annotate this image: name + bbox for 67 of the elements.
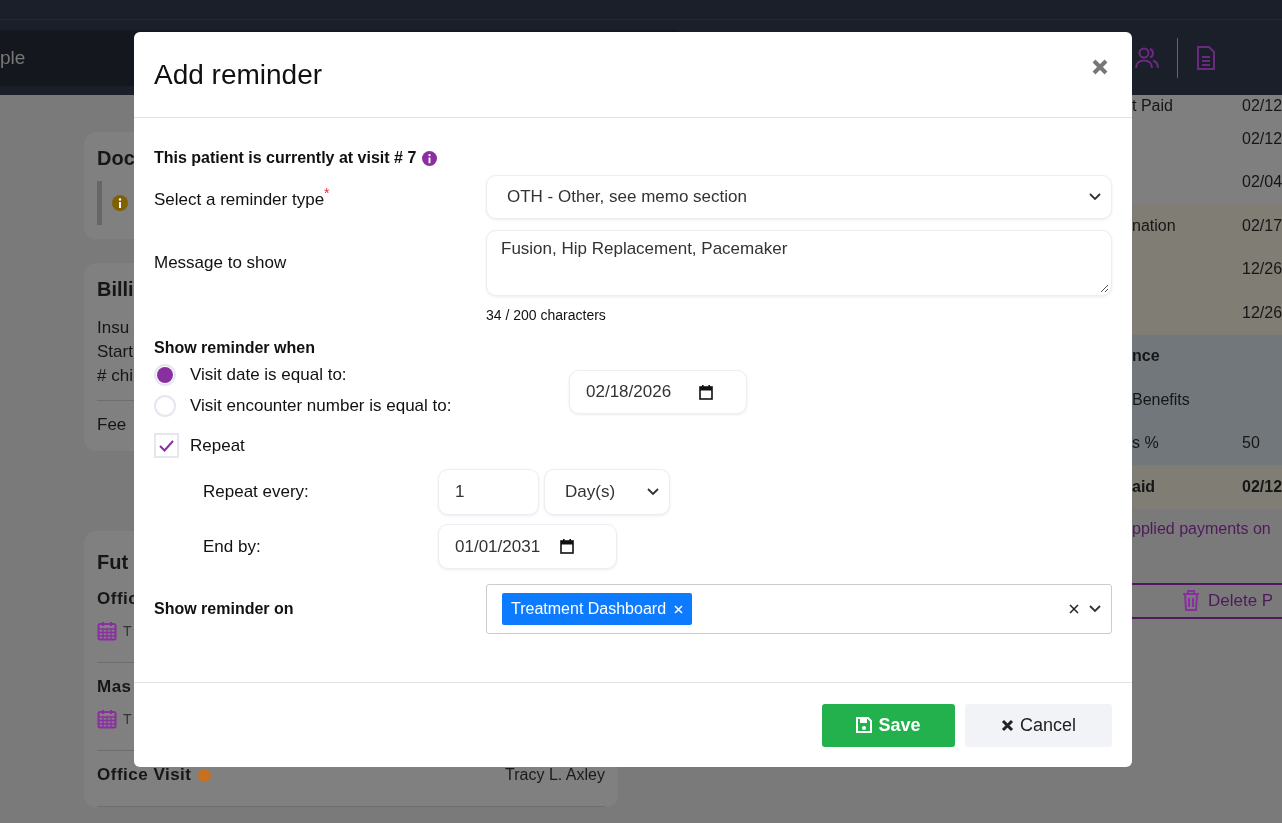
billing-line: Insu	[97, 317, 130, 339]
field-label: Show reminder on	[154, 600, 295, 618]
close-icon	[1001, 718, 1014, 732]
billing-line: # chi	[97, 365, 133, 387]
radio-label: Visit encounter number is equal to:	[190, 396, 452, 416]
row-value: 02/12	[1242, 129, 1282, 148]
provider-name: Tracy L. Axley	[505, 766, 605, 784]
close-icon	[1092, 58, 1108, 75]
character-counter: 34 / 200 characters	[486, 307, 607, 323]
field-label: Message to show	[154, 253, 288, 273]
visit-note: This patient is currently at visit # 7	[154, 149, 417, 167]
info-icon	[112, 195, 128, 211]
row-value: 02/12	[1242, 477, 1282, 496]
row-label: t Paid	[1132, 97, 1174, 115]
billing-line: Start	[97, 341, 133, 363]
card-title: Fut	[97, 550, 129, 575]
info-icon[interactable]	[422, 150, 438, 166]
end-date-field[interactable]: 01/01/2031	[438, 524, 617, 569]
fee-label: Fee	[97, 414, 127, 436]
section-heading: Show reminder when	[154, 339, 316, 357]
clear-icon[interactable]	[1069, 604, 1079, 614]
appointment-date: T	[123, 623, 132, 639]
cancel-button[interactable]: Cancel	[965, 703, 1112, 747]
repeat-interval-field[interactable]: 1	[438, 469, 539, 515]
resize-grip-icon	[1100, 284, 1108, 292]
chevron-icon	[1089, 193, 1101, 201]
calendar-icon	[560, 539, 575, 554]
checkbox[interactable]	[154, 433, 179, 458]
row-value: 02/04	[1242, 173, 1282, 192]
reminder-type-select[interactable]: OTH - Other, see memo section	[486, 175, 1112, 219]
row-label: nation	[1132, 216, 1177, 235]
row-label: s %	[1132, 434, 1160, 453]
row-label: Benefits	[1132, 390, 1191, 409]
search-text: ple	[0, 46, 26, 69]
field-label: Select a reminder type$^{*}$	[154, 184, 331, 210]
trash-icon	[1182, 590, 1200, 611]
row-value: 12/26	[1242, 260, 1282, 279]
check-icon	[159, 439, 174, 452]
radio-button[interactable]	[154, 364, 176, 386]
message-field[interactable]: Fusion, Hip Replacement, Pacemaker	[486, 230, 1112, 296]
calendar-icon	[97, 621, 117, 641]
dialog-title: Add reminder	[154, 58, 323, 91]
checkbox-label: Repeat	[190, 435, 245, 456]
appointment-date: T	[123, 711, 132, 727]
calendar-icon	[699, 384, 714, 400]
repeat-unit-select[interactable]: Day(s)	[544, 469, 670, 515]
date-field[interactable]: 02/18/2026	[569, 370, 747, 414]
field-label: End by:	[203, 536, 262, 557]
row-value: 02/17	[1242, 216, 1282, 235]
row-value: 12/26	[1242, 303, 1282, 322]
row-value: 50	[1242, 434, 1261, 453]
field-label: Repeat every:	[203, 482, 310, 502]
appointment-title: Mas	[97, 677, 132, 697]
row-value: 02/12	[1242, 97, 1282, 115]
card-title: Doc	[97, 146, 135, 171]
radio-button[interactable]	[154, 395, 176, 417]
multi-select-field[interactable]: Treatment Dashboard	[486, 584, 1112, 634]
row-label: aid	[1132, 477, 1157, 496]
appointment-title: Office Visit	[97, 765, 192, 785]
card-title: Billi	[97, 277, 134, 302]
radio-label: Visit date is equal to:	[190, 365, 347, 385]
calendar-icon	[97, 709, 117, 729]
chevron-icon	[647, 488, 659, 496]
remove-icon[interactable]	[674, 604, 684, 614]
selected-tag[interactable]: Treatment Dashboard	[502, 593, 693, 625]
dropdown-icon	[1089, 605, 1101, 613]
row-label: nce	[1132, 347, 1161, 366]
